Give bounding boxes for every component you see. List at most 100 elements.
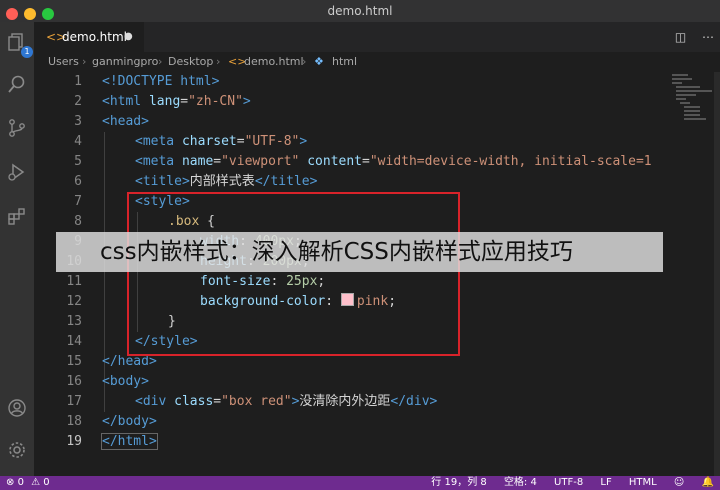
code-token: = (213, 154, 222, 169)
close-window-button[interactable] (6, 8, 18, 20)
chevron-right-icon: › (158, 55, 163, 68)
code-token: </body> (102, 414, 157, 429)
line-number: 15 (66, 354, 82, 369)
code-token: <head> (102, 114, 149, 129)
code-token: = (180, 94, 189, 109)
vertical-scrollbar[interactable] (714, 72, 720, 476)
breadcrumb-desktop[interactable]: Desktop (168, 52, 213, 72)
code-line: 19 </html> (34, 432, 714, 452)
code-token: </div> (390, 394, 438, 409)
error-count: 0 (17, 477, 24, 488)
settings-gear-icon[interactable] (5, 440, 29, 464)
code-token: "viewport" (221, 154, 300, 169)
chevron-right-icon: › (302, 55, 307, 68)
error-icon: ⊗ (6, 477, 15, 488)
code-line: 4 <meta charset="UTF-8"> (34, 132, 714, 152)
status-right: 行 19，列 8 空格: 4 UTF-8 LF HTML ☺ 🔔 (417, 476, 714, 490)
tab-demo-html[interactable]: <> demo.html ● (34, 22, 144, 52)
line-number: 1 (74, 74, 82, 89)
tab-bar: <> demo.html ● ◫ ⋯ (34, 22, 720, 52)
tab-label: demo.html (62, 30, 127, 44)
breadcrumb-html[interactable]: html (332, 52, 357, 72)
code-token: = (362, 154, 370, 169)
cursor-position[interactable]: 行 19，列 8 (431, 477, 486, 488)
code-token: 内部样式表 (189, 174, 255, 189)
search-icon[interactable] (5, 74, 29, 98)
extensions-icon[interactable] (5, 206, 29, 230)
code-token: "UTF-8" (244, 134, 300, 149)
line-number: 5 (74, 154, 82, 169)
indentation[interactable]: 空格: 4 (504, 477, 537, 488)
zoom-window-button[interactable] (42, 8, 54, 20)
code-line: 2 <html lang="zh-CN"> (34, 92, 714, 112)
chevron-right-icon: › (216, 55, 221, 68)
code-token: <body> (102, 374, 149, 389)
run-debug-icon[interactable] (5, 162, 29, 186)
line-number: 8 (74, 214, 82, 229)
overlay-caption: css内嵌样式：深入解析CSS内嵌样式应用技巧 (56, 232, 663, 272)
warning-icon: ⚠ (31, 477, 41, 488)
explorer-icon[interactable]: 1 (5, 32, 33, 58)
code-token: charset (181, 134, 237, 149)
feedback-icon[interactable]: ☺ (674, 477, 684, 488)
code-token: "zh-CN" (188, 94, 243, 109)
code-token: </head> (102, 354, 157, 369)
problems-indicator[interactable]: ⊗ 0 ⚠ 0 (6, 476, 50, 490)
code-token: lang (148, 94, 181, 109)
breadcrumb-ganmingpro[interactable]: ganmingpro (92, 52, 158, 72)
language-mode[interactable]: HTML (629, 477, 657, 488)
status-bar: ⊗ 0 ⚠ 0 行 19，列 8 空格: 4 UTF-8 LF HTML ☺ 🔔 (0, 476, 720, 490)
code-token: <meta (135, 154, 182, 169)
line-number: 13 (66, 314, 82, 329)
line-number: 18 (66, 414, 82, 429)
code-token: > (242, 94, 251, 109)
notifications-bell-icon[interactable]: 🔔 (702, 477, 714, 488)
unsaved-dot-icon[interactable]: ● (124, 22, 133, 52)
code-token: <meta (135, 134, 182, 149)
account-icon[interactable] (5, 398, 29, 422)
window-title: demo.html (327, 4, 393, 18)
code-token: </html> (101, 433, 158, 450)
breadcrumb-users[interactable]: Users (48, 52, 79, 72)
line-number: 16 (66, 374, 82, 389)
code-token: class (174, 394, 214, 409)
code-token: "box red" (221, 394, 292, 409)
code-token: <html (102, 94, 149, 109)
warning-count: 0 (43, 477, 50, 488)
encoding[interactable]: UTF-8 (554, 477, 583, 488)
code-line: 18 </body> (34, 412, 714, 432)
highlight-box (127, 192, 460, 356)
code-line: 1 <!DOCTYPE html> (34, 72, 714, 92)
breadcrumb-demo-html[interactable]: demo.html (244, 52, 304, 72)
minimize-window-button[interactable] (24, 8, 36, 20)
line-number: 7 (74, 194, 82, 209)
code-token: name (181, 154, 214, 169)
code-token: = (236, 134, 245, 149)
more-actions-icon[interactable]: ⋯ (702, 30, 714, 44)
code-line: 6 <title>内部样式表</title> (34, 172, 714, 192)
line-number: 4 (74, 134, 82, 149)
code-token: > (299, 134, 308, 149)
code-line: 16 <body> (34, 372, 714, 392)
end-of-line[interactable]: LF (600, 477, 611, 488)
editor-actions: ◫ ⋯ (663, 22, 714, 52)
code-token: <!DOCTYPE html> (102, 74, 220, 89)
code-line: 5 <meta name="viewport" content="width=de… (34, 152, 714, 172)
breadcrumb: Users › ganmingpro › Desktop › <> demo.h… (34, 52, 720, 72)
code-token: = (213, 394, 222, 409)
symbol-element-icon: ❖ (314, 55, 324, 68)
line-number: 2 (74, 94, 82, 109)
code-token: "width=device-width, initial-scale=1 (369, 154, 652, 169)
line-number: 14 (66, 334, 82, 349)
source-control-icon[interactable] (5, 118, 29, 142)
code-token: <div (135, 394, 175, 409)
line-number: 12 (66, 294, 82, 309)
code-line: 3 <head> (34, 112, 714, 132)
code-line: 17 <div class="box red">没清除内外边距</div> (34, 392, 714, 412)
line-number: 17 (66, 394, 82, 409)
chevron-right-icon: › (82, 55, 87, 68)
minimap[interactable] (670, 72, 714, 192)
code-token: <title> (135, 174, 190, 189)
split-editor-icon[interactable]: ◫ (675, 30, 686, 44)
line-number: 6 (74, 174, 82, 189)
